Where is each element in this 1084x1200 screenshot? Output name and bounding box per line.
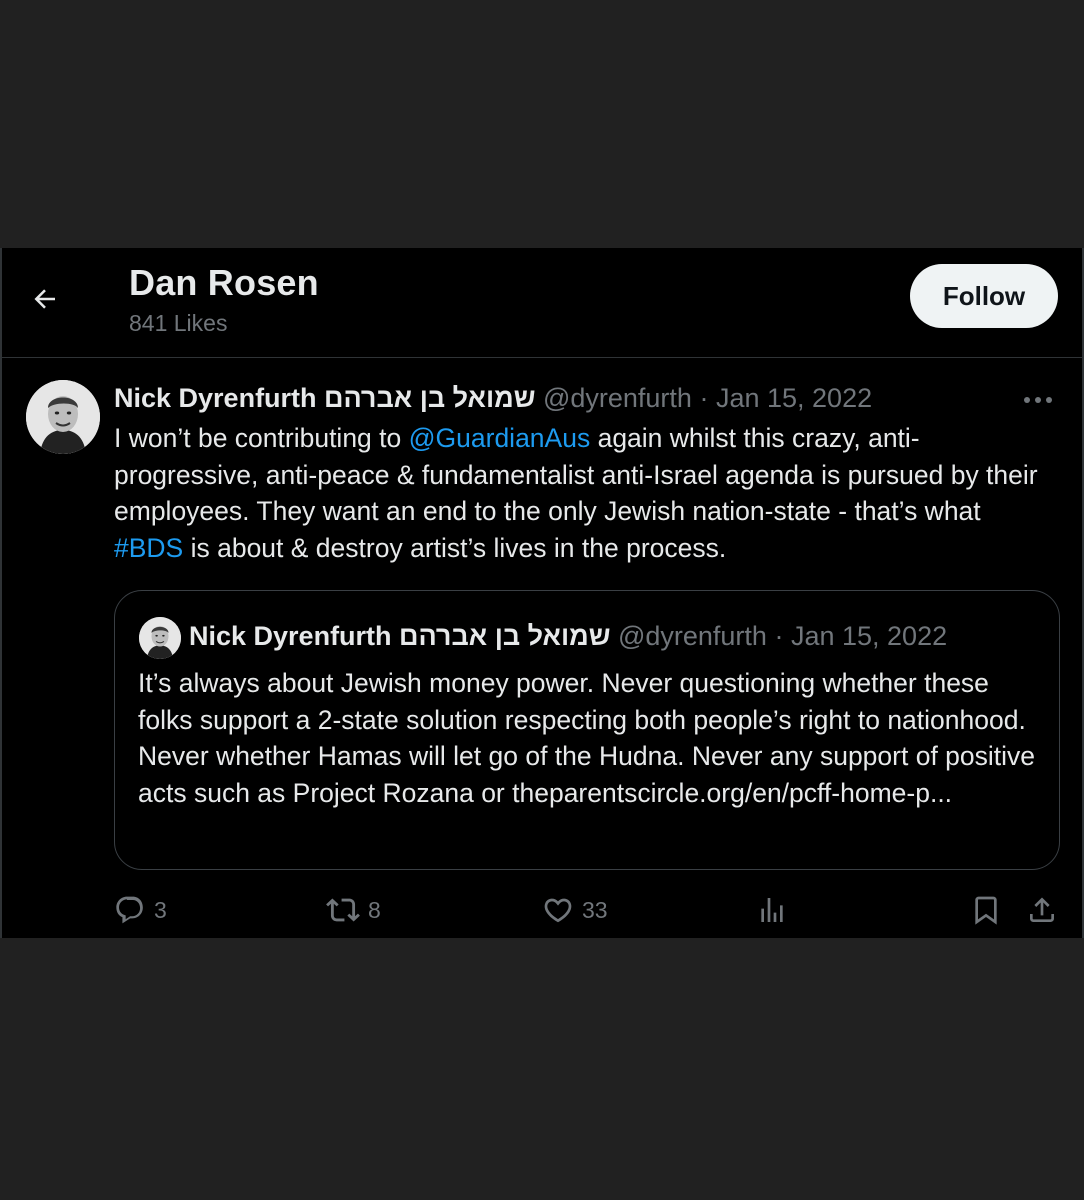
like-button[interactable]: 33 xyxy=(542,890,608,930)
repost-button[interactable]: 8 xyxy=(326,890,381,930)
more-icon xyxy=(1024,397,1052,403)
quoted-tweet[interactable]: Nick Dyrenfurth שמואל בן אברהם @dyrenfur… xyxy=(114,590,1060,870)
tweet-text: I won’t be contributing to @GuardianAus … xyxy=(114,420,1054,566)
quote-author-handle[interactable]: @dyrenfurth xyxy=(618,621,767,651)
profile-name: Dan Rosen xyxy=(129,262,319,303)
views-button[interactable] xyxy=(756,890,788,930)
separator: · xyxy=(699,383,709,413)
back-button[interactable] xyxy=(24,278,66,320)
tweet-screenshot-frame: Dan Rosen 841 Likes Follow Nick Dyrenfur… xyxy=(0,248,1084,938)
quote-header: Nick Dyrenfurth שמואל בן אברהם @dyrenfur… xyxy=(189,619,947,653)
tweet-text-part: I won’t be contributing to xyxy=(114,423,409,453)
mention-link[interactable]: @GuardianAus xyxy=(409,423,591,453)
avatar-photo xyxy=(26,380,100,454)
author-handle[interactable]: @dyrenfurth xyxy=(543,383,692,413)
hashtag-link[interactable]: #BDS xyxy=(114,533,183,563)
separator: · xyxy=(774,621,784,651)
profile-header: Dan Rosen 841 Likes Follow xyxy=(2,248,1082,358)
quote-avatar[interactable] xyxy=(139,617,181,659)
like-icon xyxy=(544,898,572,923)
reply-count: 3 xyxy=(154,896,167,923)
quote-text: It’s always about Jewish money power. Ne… xyxy=(138,668,1036,808)
share-icon xyxy=(1030,897,1054,922)
tweet-text-part: is about & destroy artist’s lives in the… xyxy=(183,532,727,563)
back-arrow-icon xyxy=(34,289,55,309)
author-name[interactable]: Nick Dyrenfurth שמואל בן אברהם xyxy=(114,383,535,413)
share-button[interactable] xyxy=(1026,890,1058,930)
views-icon xyxy=(761,898,783,922)
avatar-photo xyxy=(139,617,181,659)
quote-author-name[interactable]: Nick Dyrenfurth שמואל בן אברהם xyxy=(189,621,610,651)
follow-button[interactable]: Follow xyxy=(910,264,1058,328)
bookmark-icon xyxy=(975,896,997,925)
like-count: 33 xyxy=(582,896,608,923)
quote-date[interactable]: Jan 15, 2022 xyxy=(791,621,947,651)
tweet-header: Nick Dyrenfurth שמואל בן אברהם @dyrenfur… xyxy=(114,382,872,414)
tweet-actions: 3 8 33 xyxy=(114,890,1064,930)
repost-count: 8 xyxy=(368,896,381,923)
tweet-date[interactable]: Jan 15, 2022 xyxy=(716,383,872,413)
reply-button[interactable]: 3 xyxy=(114,890,167,930)
reply-icon xyxy=(116,896,143,924)
repost-icon xyxy=(326,898,360,922)
likes-count: 841 Likes xyxy=(129,310,228,336)
more-button[interactable] xyxy=(1020,388,1056,412)
bookmark-button[interactable] xyxy=(970,890,1002,930)
tweet[interactable]: Nick Dyrenfurth שמואל בן אברהם @dyrenfur… xyxy=(2,358,1082,938)
avatar[interactable] xyxy=(26,380,100,454)
